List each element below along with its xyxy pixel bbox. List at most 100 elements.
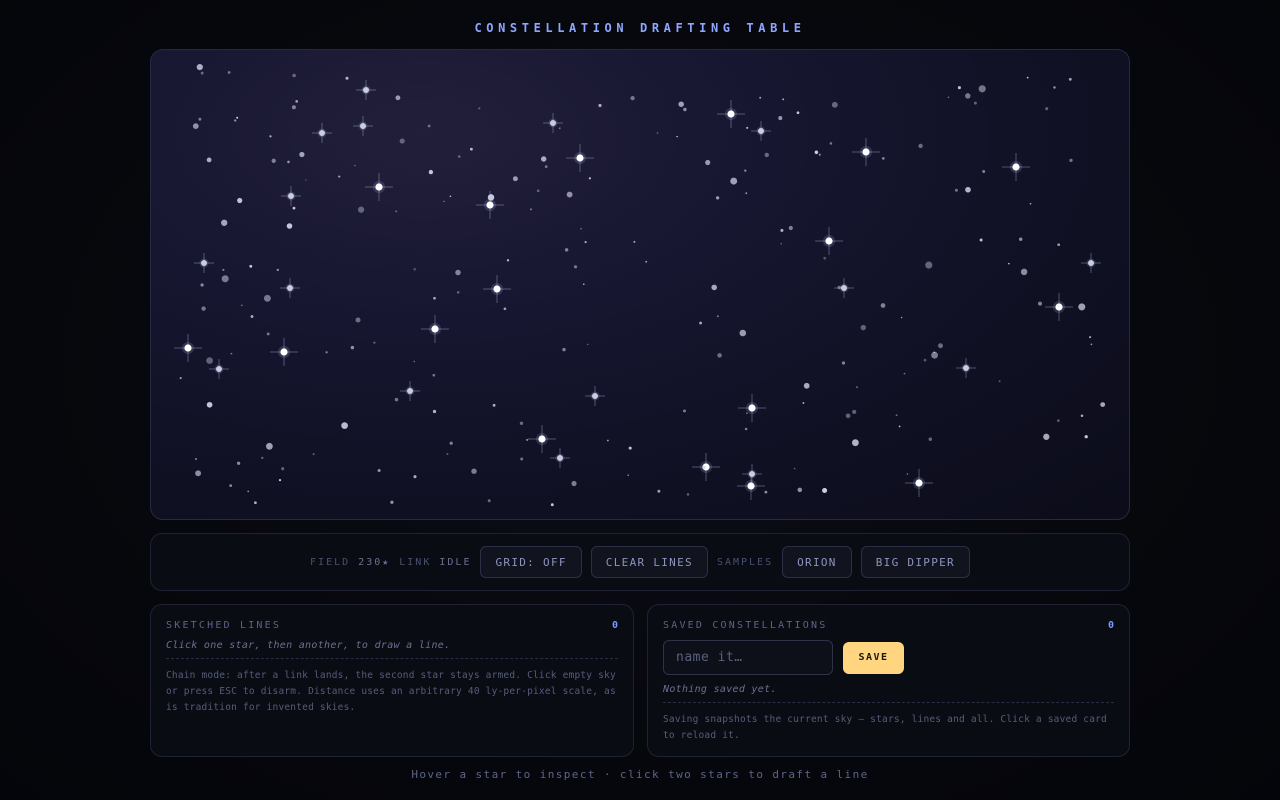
star[interactable] (678, 101, 684, 107)
star[interactable] (492, 403, 496, 407)
star[interactable] (395, 95, 401, 101)
star[interactable] (200, 71, 204, 75)
star[interactable] (512, 176, 518, 182)
star[interactable] (221, 275, 229, 283)
star[interactable] (586, 343, 589, 346)
star[interactable] (860, 324, 867, 331)
star[interactable] (852, 439, 859, 447)
star[interactable] (395, 210, 398, 213)
star[interactable] (519, 421, 524, 425)
star[interactable] (446, 452, 449, 456)
star[interactable] (427, 124, 431, 128)
star[interactable] (270, 338, 298, 366)
star[interactable] (744, 169, 747, 172)
star[interactable] (978, 85, 986, 93)
star[interactable] (571, 480, 577, 487)
star[interactable] (699, 321, 703, 325)
star[interactable] (745, 192, 748, 195)
star[interactable] (278, 478, 282, 482)
star[interactable] (818, 153, 821, 156)
star[interactable] (1053, 86, 1056, 89)
sample-orion-button[interactable]: ORION (782, 546, 852, 578)
star[interactable] (280, 278, 300, 298)
star[interactable] (432, 409, 437, 414)
sky-canvas[interactable] (150, 49, 1130, 520)
star[interactable] (803, 382, 810, 389)
star[interactable] (1057, 419, 1060, 422)
star[interactable] (957, 86, 961, 90)
star[interactable] (683, 107, 687, 112)
star[interactable] (529, 208, 533, 211)
star[interactable] (782, 98, 785, 101)
star[interactable] (1020, 268, 1028, 276)
star[interactable] (295, 100, 299, 103)
star[interactable] (179, 377, 182, 380)
star[interactable] (852, 138, 880, 166)
star[interactable] (1002, 153, 1030, 181)
star[interactable] (1029, 202, 1032, 205)
star[interactable] (456, 291, 460, 294)
star[interactable] (717, 315, 719, 318)
star[interactable] (292, 206, 296, 210)
star[interactable] (487, 499, 491, 503)
star[interactable] (738, 394, 766, 422)
star[interactable] (261, 456, 264, 459)
star[interactable] (903, 372, 906, 375)
star[interactable] (834, 278, 854, 298)
star[interactable] (413, 268, 416, 271)
star[interactable] (286, 223, 293, 229)
star[interactable] (350, 345, 355, 350)
star[interactable] (341, 422, 348, 429)
clear-lines-button[interactable]: CLEAR LINES (590, 546, 708, 578)
star[interactable] (487, 194, 495, 201)
star[interactable] (198, 117, 202, 121)
star[interactable] (751, 121, 771, 141)
star[interactable] (580, 227, 583, 230)
star[interactable] (815, 227, 843, 255)
star[interactable] (965, 93, 971, 99)
star[interactable] (918, 143, 923, 149)
star[interactable] (764, 490, 768, 494)
star[interactable] (455, 269, 461, 276)
star[interactable] (271, 158, 276, 163)
star[interactable] (823, 256, 826, 260)
star[interactable] (287, 160, 290, 164)
star[interactable] (928, 437, 933, 441)
star[interactable] (356, 80, 376, 100)
star[interactable] (230, 352, 233, 355)
star[interactable] (526, 438, 529, 441)
star[interactable] (933, 351, 936, 354)
star[interactable] (528, 425, 556, 453)
star[interactable] (737, 472, 765, 500)
star[interactable] (562, 347, 566, 352)
star[interactable] (905, 469, 933, 497)
star[interactable] (240, 304, 243, 307)
star[interactable] (540, 156, 547, 162)
star[interactable] (291, 105, 296, 110)
star[interactable] (469, 147, 473, 151)
star[interactable] (457, 155, 461, 158)
save-button[interactable]: SAVE (843, 641, 904, 674)
star[interactable] (979, 238, 983, 242)
star[interactable] (998, 380, 1001, 383)
star[interactable] (338, 175, 341, 178)
star[interactable] (413, 475, 417, 479)
star[interactable] (201, 306, 206, 311)
star[interactable] (520, 457, 524, 461)
star[interactable] (831, 101, 838, 108)
star[interactable] (796, 111, 800, 115)
star[interactable] (656, 132, 659, 134)
star[interactable] (355, 317, 361, 323)
star[interactable] (925, 261, 933, 269)
sample-big-dipper-button[interactable]: BIG DIPPER (860, 546, 970, 578)
star[interactable] (814, 150, 819, 155)
star[interactable] (192, 123, 199, 129)
star[interactable] (845, 413, 851, 419)
constellation-name-input[interactable] (663, 640, 833, 675)
star[interactable] (829, 142, 833, 145)
star[interactable] (715, 196, 720, 200)
star[interactable] (506, 259, 510, 262)
star[interactable] (276, 268, 279, 272)
star[interactable] (1100, 402, 1106, 408)
star[interactable] (247, 490, 250, 493)
